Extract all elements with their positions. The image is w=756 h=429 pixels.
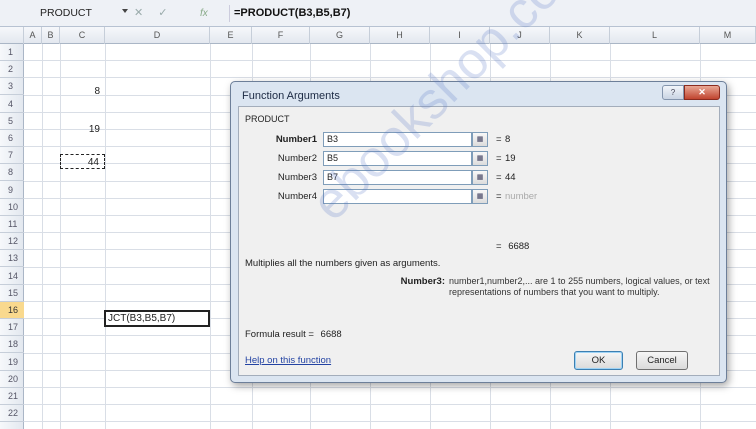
column-header-c[interactable]: C bbox=[60, 27, 105, 44]
function-description: Multiplies all the numbers given as argu… bbox=[245, 258, 441, 269]
formula-input[interactable]: =PRODUCT(B3,B5,B7) bbox=[229, 5, 350, 22]
row-header-7[interactable]: 7 bbox=[0, 147, 24, 165]
cancel-button[interactable]: Cancel bbox=[636, 351, 688, 370]
row-header-1[interactable]: 1 bbox=[0, 44, 24, 61]
grid-line bbox=[105, 44, 106, 429]
row-header-19[interactable]: 19 bbox=[0, 354, 24, 371]
function-arguments-dialog: Function Arguments ? ✕ PRODUCT Number1 B… bbox=[230, 81, 727, 383]
arg-equals: = bbox=[496, 153, 502, 164]
column-headers: ABCDEFGHIJKLM bbox=[0, 27, 756, 44]
row-header-14[interactable]: 14 bbox=[0, 268, 24, 285]
formula-bar: PRODUCT ✕ ✓ fx =PRODUCT(B3,B5,B7) bbox=[0, 0, 756, 27]
row-header-10[interactable]: 10 bbox=[0, 199, 24, 216]
column-header-i[interactable]: I bbox=[430, 27, 490, 44]
grid-line bbox=[210, 44, 211, 429]
grid-line bbox=[60, 44, 61, 429]
row-header-4[interactable]: 4 bbox=[0, 96, 24, 113]
collapse-dialog-icon[interactable]: ▦ bbox=[472, 151, 488, 166]
row-header-5[interactable]: 5 bbox=[0, 113, 24, 130]
arg-input-number2[interactable]: B5 bbox=[323, 151, 472, 166]
column-header-d[interactable]: D bbox=[105, 27, 210, 44]
insert-function-icon[interactable]: fx bbox=[200, 5, 208, 22]
arg-input-number1[interactable]: B3 bbox=[323, 132, 472, 147]
grid-line bbox=[42, 44, 43, 429]
arg-equals: = bbox=[496, 172, 502, 183]
row-header-2[interactable]: 2 bbox=[0, 61, 24, 79]
column-header-m[interactable]: M bbox=[700, 27, 756, 44]
result-value: 6688 bbox=[508, 241, 530, 252]
column-header-f[interactable]: F bbox=[252, 27, 310, 44]
row-header-11[interactable]: 11 bbox=[0, 216, 24, 233]
collapse-dialog-icon[interactable]: ▦ bbox=[472, 170, 488, 185]
arg-label-number3: Number3 bbox=[277, 172, 317, 183]
column-header-a[interactable]: A bbox=[24, 27, 42, 44]
select-all-corner[interactable] bbox=[0, 27, 24, 44]
column-header-l[interactable]: L bbox=[610, 27, 700, 44]
row-header-21[interactable]: 21 bbox=[0, 388, 24, 405]
arg-result-number3: 44 bbox=[505, 172, 516, 183]
row-headers: 1 2 3 4 5 6 7 8 9 10 11 12 13 14 15 16 17 18 19 20 21 22 bbox=[0, 44, 24, 429]
row-header-9[interactable]: 9 bbox=[0, 182, 24, 199]
help-link[interactable]: Help on this function bbox=[245, 355, 331, 366]
row-header-22[interactable]: 22 bbox=[0, 405, 24, 423]
collapse-dialog-icon[interactable]: ▦ bbox=[472, 132, 488, 147]
cell-b3[interactable]: 8 bbox=[60, 84, 105, 99]
row-header-3[interactable]: 3 bbox=[0, 78, 24, 96]
row-header-6[interactable]: 6 bbox=[0, 130, 24, 147]
row-header-15[interactable]: 15 bbox=[0, 285, 24, 302]
cell-c16-text: JCT(B3,B5,B7) bbox=[108, 313, 176, 324]
arg-result-number1: 8 bbox=[505, 134, 511, 145]
grid-line bbox=[24, 421, 756, 423]
column-header-g[interactable]: G bbox=[310, 27, 370, 44]
grid-line bbox=[24, 404, 756, 406]
arg-result-number2: 19 bbox=[505, 153, 516, 164]
ok-button[interactable]: OK bbox=[574, 351, 623, 370]
grid-line bbox=[24, 77, 756, 79]
column-header-j[interactable]: J bbox=[490, 27, 550, 44]
dialog-title: Function Arguments bbox=[242, 90, 340, 102]
arg-result-number4: number bbox=[505, 191, 538, 202]
help-button[interactable]: ? bbox=[662, 85, 684, 100]
arg-label-number4: Number4 bbox=[277, 191, 317, 202]
arg-equals: = bbox=[496, 191, 502, 202]
formula-result: Formula result = 6688 bbox=[245, 329, 342, 340]
formula-result-value: 6688 bbox=[320, 329, 342, 340]
row-header-8[interactable]: 8 bbox=[0, 164, 24, 182]
formula-bar-buttons[interactable]: ✕ ✓ bbox=[134, 5, 224, 22]
row-header-18[interactable]: 18 bbox=[0, 336, 24, 354]
row-header-12[interactable]: 12 bbox=[0, 233, 24, 251]
function-result: = 6688 bbox=[496, 241, 529, 252]
column-header-h[interactable]: H bbox=[370, 27, 430, 44]
cell-c16-editing[interactable]: JCT(B3,B5,B7) bbox=[104, 310, 210, 327]
arg-help-description: number1,number2,... are 1 to 255 numbers… bbox=[449, 276, 710, 297]
column-header-k[interactable]: K bbox=[550, 27, 610, 44]
cell-b7[interactable]: 44 bbox=[60, 154, 105, 169]
dialog-window-buttons: ? ✕ bbox=[662, 85, 720, 101]
row-header-16[interactable]: 16 bbox=[0, 302, 24, 319]
row-header-20[interactable]: 20 bbox=[0, 371, 24, 388]
arg-label-number2: Number2 bbox=[277, 153, 317, 164]
arg-label-number1: Number1 bbox=[275, 134, 317, 145]
grid-line bbox=[24, 60, 756, 62]
arg-help-name: Number3: bbox=[400, 276, 445, 287]
grid-line bbox=[24, 387, 756, 388]
formula-result-label: Formula result = bbox=[245, 329, 314, 340]
result-equals: = bbox=[496, 241, 502, 252]
collapse-dialog-icon[interactable]: ▦ bbox=[472, 189, 488, 204]
dialog-body: PRODUCT Number1 B3 ▦ = 8 Number2 B5 ▦ = … bbox=[238, 106, 720, 376]
name-box-dropdown-icon[interactable] bbox=[122, 9, 128, 13]
cell-b5[interactable]: 19 bbox=[60, 122, 105, 137]
row-header-13[interactable]: 13 bbox=[0, 250, 24, 268]
row-header-17[interactable]: 17 bbox=[0, 319, 24, 337]
name-box[interactable]: PRODUCT bbox=[30, 5, 148, 22]
close-button[interactable]: ✕ bbox=[684, 85, 720, 100]
fill-handle[interactable] bbox=[207, 324, 208, 325]
column-header-e[interactable]: E bbox=[210, 27, 252, 44]
arg-equals: = bbox=[496, 134, 502, 145]
function-name: PRODUCT bbox=[245, 114, 290, 124]
arg-input-number3[interactable]: B7 bbox=[323, 170, 472, 185]
arg-input-number4[interactable] bbox=[323, 189, 472, 204]
column-header-b[interactable]: B bbox=[42, 27, 60, 44]
